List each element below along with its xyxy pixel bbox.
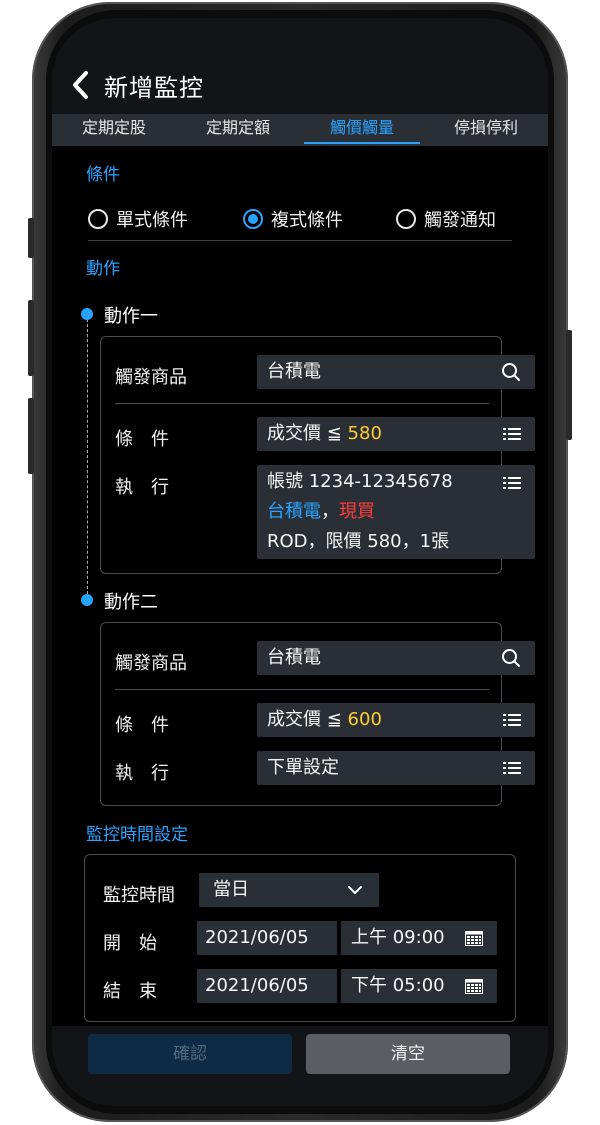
tab-price-volume-trigger[interactable]: 觸價觸量 (300, 114, 424, 146)
condition-price: 580 (347, 423, 382, 444)
search-icon[interactable] (501, 362, 521, 382)
radio-label: 觸發通知 (424, 210, 496, 231)
list-icon[interactable] (503, 428, 521, 440)
execute-order-side: 台積電，現買 (267, 497, 535, 527)
divider (115, 689, 489, 690)
condition-prefix: 成交價 ≦ (267, 423, 342, 444)
start-time-field[interactable]: 上午 09:00 (341, 921, 497, 955)
timeline-dot (81, 594, 93, 606)
action2-product-field[interactable]: 台積電 (257, 641, 535, 675)
section-title-action: 動作 (86, 259, 120, 279)
phone-side-button (28, 300, 34, 376)
calendar-icon[interactable] (465, 979, 483, 994)
action2-card: 觸發商品 台積電 條 件 成交價 ≦ 600 執 行 下單設定 (100, 622, 535, 806)
radio-circle-icon (396, 209, 416, 229)
timeline-line (87, 314, 88, 594)
calendar-icon[interactable] (465, 931, 483, 946)
action2-condition-field[interactable]: 成交價 ≦ 600 (257, 703, 535, 737)
action1-title: 動作一 (104, 306, 158, 327)
action2-execute-field[interactable]: 下單設定 (257, 751, 535, 785)
radio-circle-icon (88, 209, 108, 229)
list-icon[interactable] (503, 714, 521, 726)
product-value: 台積電 (267, 361, 321, 382)
product-label: 觸發商品 (115, 653, 187, 674)
end-time-value: 下午 05:00 (351, 975, 445, 996)
divider (88, 240, 512, 241)
execute-label: 執 行 (115, 763, 169, 784)
condition-type-group: 單式條件 複式條件 觸發通知 (88, 206, 512, 242)
action1-product-field[interactable]: 台積電 (257, 355, 535, 389)
tab-regular-shares[interactable]: 定期定股 (52, 114, 176, 146)
back-icon[interactable] (70, 70, 92, 100)
tab-bar: 定期定股 定期定額 觸價觸量 停損停利 (52, 114, 548, 146)
action1-card: 觸發商品 台積電 條 件 成交價 ≦ 580 執 行 帳號 1234-12345… (100, 336, 535, 574)
list-icon[interactable] (503, 762, 521, 774)
execute-stock: 台積電 (267, 501, 321, 522)
chevron-down-icon (348, 886, 362, 894)
footer: 確認 清空 (52, 1026, 548, 1106)
end-time-field[interactable]: 下午 05:00 (341, 969, 497, 1003)
action1-condition-field[interactable]: 成交價 ≦ 580 (257, 417, 535, 451)
tab-regular-amount[interactable]: 定期定額 (176, 114, 300, 146)
end-label: 結 束 (103, 981, 157, 1002)
execute-value: 下單設定 (267, 757, 339, 778)
monitor-time-card: 監控時間 當日 開 始 2021/06/05 上午 09:00 結 束 2021… (84, 854, 516, 1022)
phone-side-button (566, 330, 572, 440)
screen: 新增監控 定期定股 定期定額 觸價觸量 停損停利 條件 單式條件 複式條件 觸發… (52, 18, 548, 1106)
condition-label: 條 件 (115, 715, 169, 736)
phone-side-button (28, 398, 34, 474)
execute-separator: ， (321, 501, 339, 522)
radio-single-condition[interactable]: 單式條件 (88, 206, 188, 232)
start-label: 開 始 (103, 933, 157, 954)
execute-order-detail: ROD，限價 580，1張 (267, 531, 450, 552)
header: 新增監控 (52, 18, 548, 114)
execute-account: 帳號 1234-12345678 (267, 471, 453, 492)
action2-title: 動作二 (104, 592, 158, 613)
radio-selected-icon (243, 209, 263, 229)
period-label: 監控時間 (103, 885, 175, 906)
execute-label: 執 行 (115, 477, 169, 498)
period-value: 當日 (213, 879, 249, 900)
radio-label: 複式條件 (271, 210, 343, 231)
product-value: 台積電 (267, 647, 321, 668)
product-label: 觸發商品 (115, 367, 187, 388)
radio-trigger-notify[interactable]: 觸發通知 (396, 206, 496, 232)
condition-price: 600 (347, 709, 382, 730)
section-title-condition: 條件 (86, 165, 120, 185)
start-date-field[interactable]: 2021/06/05 (197, 921, 337, 955)
tab-stop-loss-profit[interactable]: 停損停利 (424, 114, 548, 146)
list-icon[interactable] (503, 477, 521, 489)
radio-compound-condition[interactable]: 複式條件 (243, 206, 343, 232)
action1-execute-field[interactable]: 帳號 1234-12345678 台積電，現買 ROD，限價 580，1張 (257, 465, 535, 559)
condition-prefix: 成交價 ≦ (267, 709, 342, 730)
phone-side-button (28, 218, 34, 258)
page-title: 新增監控 (104, 74, 204, 102)
timeline-dot (81, 308, 93, 320)
clear-button[interactable]: 清空 (306, 1034, 510, 1074)
section-title-monitor-time: 監控時間設定 (86, 825, 188, 845)
end-date-field[interactable]: 2021/06/05 (197, 969, 337, 1003)
search-icon[interactable] (501, 648, 521, 668)
condition-label: 條 件 (115, 429, 169, 450)
start-time-value: 上午 09:00 (351, 927, 445, 948)
radio-label: 單式條件 (116, 210, 188, 231)
divider (115, 403, 489, 404)
period-select[interactable]: 當日 (199, 873, 379, 907)
execute-type: 現買 (339, 501, 375, 522)
confirm-button[interactable]: 確認 (88, 1034, 292, 1074)
